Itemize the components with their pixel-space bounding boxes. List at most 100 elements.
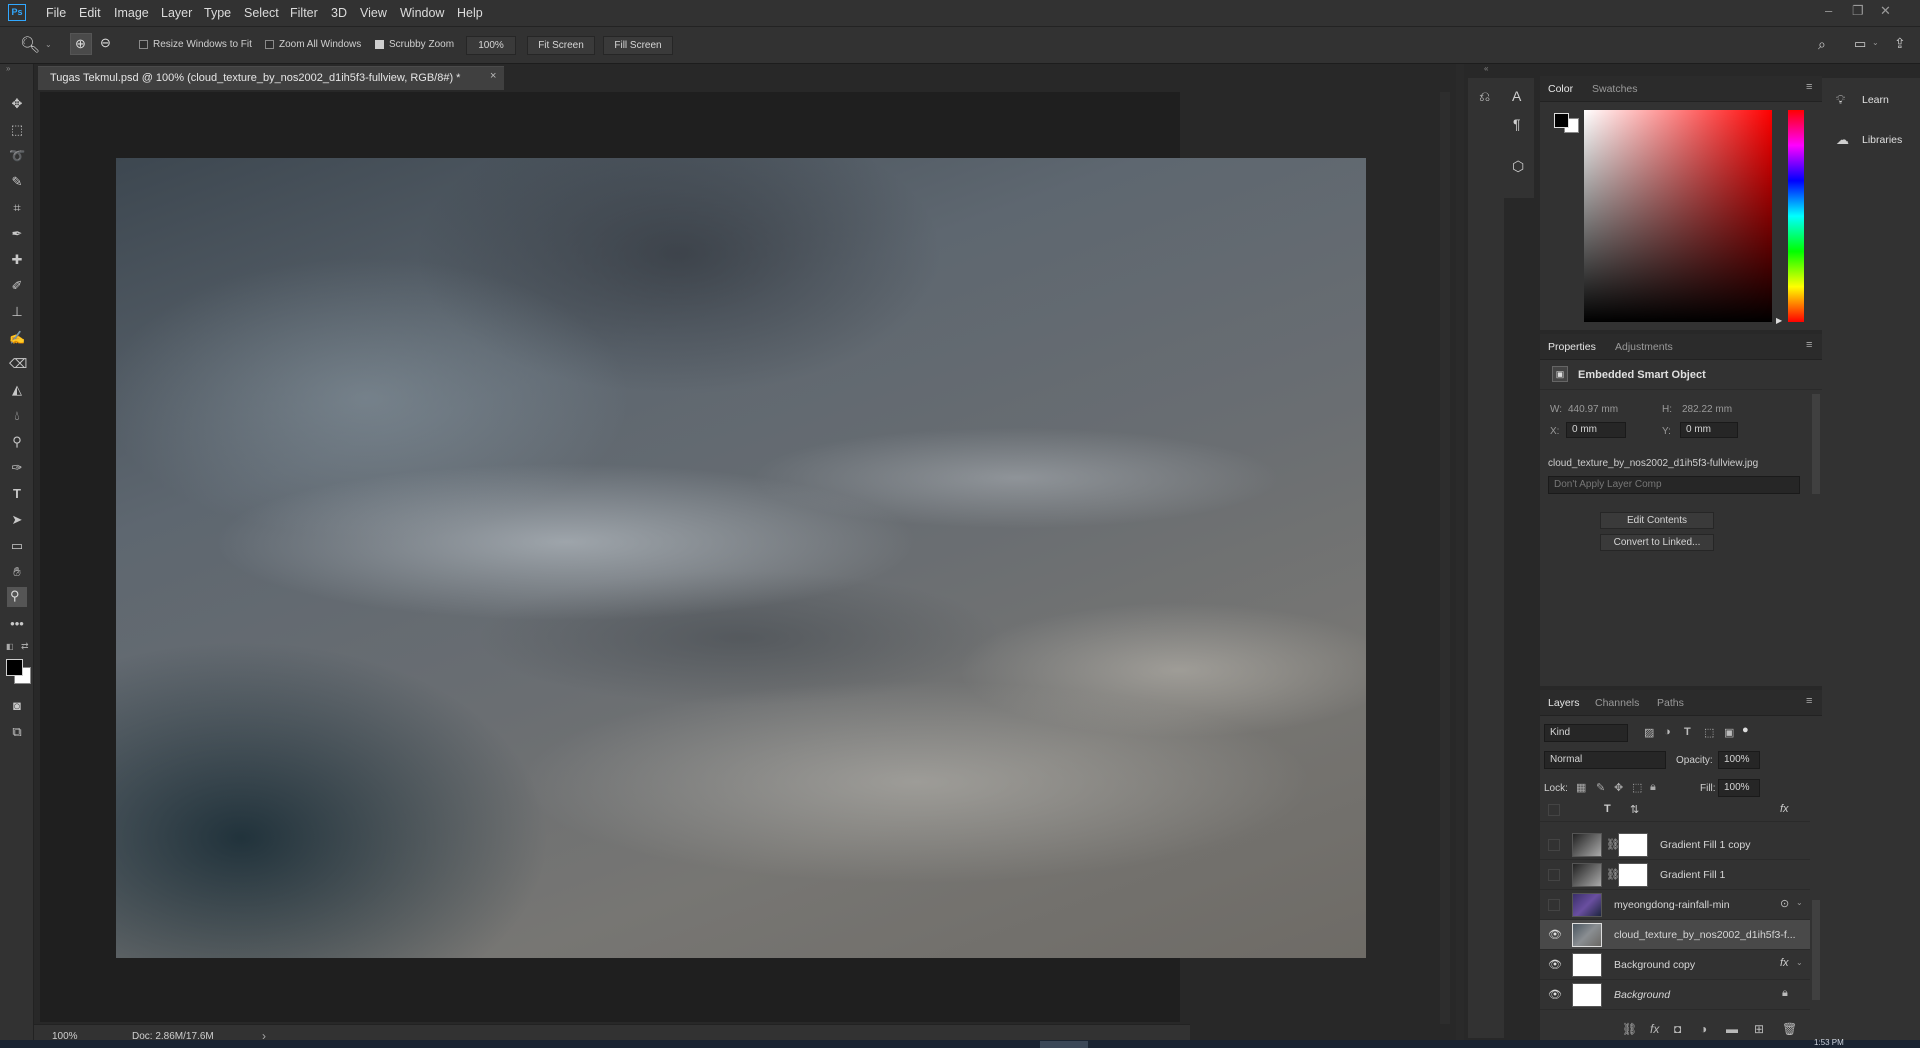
layer-row[interactable]: ⛓ Gradient Fill 1 copy: [1540, 830, 1810, 860]
marquee-tool-icon[interactable]: ⬚: [9, 122, 25, 138]
color-field[interactable]: [1584, 110, 1772, 322]
workspace-icon[interactable]: ▭: [1854, 36, 1866, 52]
tab-swatches[interactable]: Swatches: [1592, 83, 1638, 95]
lock-transparency-icon[interactable]: ▦: [1576, 781, 1586, 794]
filter-kind-select[interactable]: Kind: [1544, 724, 1628, 742]
filter-toggle-icon[interactable]: ●: [1742, 724, 1749, 736]
foreground-color-swatch[interactable]: [6, 659, 23, 676]
visibility-toggle[interactable]: [1548, 869, 1560, 881]
layer-comp-select[interactable]: Don't Apply Layer Comp: [1548, 476, 1800, 494]
paint-bucket-tool-icon[interactable]: ◭: [9, 382, 25, 398]
zoom-value-field[interactable]: 100%: [466, 36, 516, 55]
close-tab-icon[interactable]: ×: [490, 70, 496, 82]
more-tools-icon[interactable]: •••: [9, 616, 25, 632]
visibility-toggle[interactable]: [1548, 804, 1560, 816]
chevron-down-icon[interactable]: ⌄: [1872, 38, 1879, 47]
lock-position-icon[interactable]: ✥: [1614, 781, 1623, 794]
visibility-toggle[interactable]: [1548, 839, 1560, 851]
adjustment-layer-icon[interactable]: ◑: [1700, 1022, 1707, 1036]
pen-tool-icon[interactable]: ✑: [9, 460, 25, 476]
menu-image[interactable]: Image: [114, 6, 149, 20]
layer-row[interactable]: 👁︎ Background copy fx ⌄: [1540, 950, 1810, 980]
layer-row-selected[interactable]: 👁︎ cloud_texture_by_nos2002_d1ih5f3-f...: [1540, 920, 1810, 950]
taskbar-active-app[interactable]: [1040, 1041, 1088, 1048]
document-tab[interactable]: Tugas Tekmul.psd @ 100% (cloud_texture_b…: [38, 66, 504, 90]
new-layer-icon[interactable]: ⊞: [1754, 1022, 1764, 1036]
libraries-button[interactable]: Libraries: [1862, 134, 1902, 146]
fx-icon[interactable]: fx: [1780, 957, 1789, 969]
collapse-panels-icon[interactable]: «: [1484, 64, 1488, 73]
x-position-field[interactable]: 0 mm: [1566, 422, 1626, 438]
character-panel-icon[interactable]: A: [1512, 88, 1521, 104]
document-canvas-image[interactable]: [116, 158, 1366, 958]
panel-menu-icon[interactable]: ≡: [1806, 81, 1812, 93]
brush-tool-icon[interactable]: ✐: [9, 278, 25, 294]
layer-style-icon[interactable]: fx: [1650, 1022, 1659, 1036]
fill-screen-button[interactable]: Fill Screen: [603, 36, 673, 55]
fill-field[interactable]: 100%: [1718, 779, 1760, 797]
new-group-icon[interactable]: ▬: [1726, 1022, 1738, 1036]
blur-tool-icon[interactable]: 💧︎: [9, 408, 25, 424]
chevron-down-icon[interactable]: ⌄: [1796, 898, 1803, 907]
panel-menu-icon[interactable]: ≡: [1806, 339, 1812, 351]
resize-windows-checkbox[interactable]: [139, 40, 148, 49]
quick-mask-icon[interactable]: ◙: [9, 698, 25, 714]
layer-row[interactable]: myeongdong-rainfall-min ⊙ ⌄: [1540, 890, 1810, 920]
text-layer-row[interactable]: T ⇅ fx: [1540, 800, 1810, 822]
quick-selection-tool-icon[interactable]: ✎: [9, 174, 25, 190]
clone-stamp-tool-icon[interactable]: ⊥: [9, 304, 25, 320]
add-mask-icon[interactable]: ◘: [1674, 1022, 1681, 1036]
chevron-down-icon[interactable]: ⌄: [1796, 958, 1803, 967]
tab-adjustments[interactable]: Adjustments: [1615, 341, 1673, 353]
layer-row[interactable]: 👁︎ Background 🔒︎: [1540, 980, 1810, 1010]
hue-slider-handle-icon[interactable]: ▶: [1776, 316, 1782, 325]
fx-icon[interactable]: fx: [1780, 803, 1789, 815]
filter-smart-object-icon[interactable]: ▣: [1724, 726, 1734, 739]
screen-mode-icon[interactable]: ⧉: [9, 724, 25, 740]
convert-to-linked-button[interactable]: Convert to Linked...: [1600, 534, 1714, 551]
hand-tool-icon[interactable]: ✋︎: [9, 564, 25, 580]
rectangle-tool-icon[interactable]: ▭: [9, 538, 25, 554]
eye-icon[interactable]: 👁︎: [1548, 988, 1562, 1001]
menu-filter[interactable]: Filter: [290, 6, 318, 20]
vertical-scrollbar[interactable]: [1440, 92, 1450, 1024]
minimize-icon[interactable]: –: [1825, 3, 1832, 18]
share-icon[interactable]: ⇪: [1894, 35, 1906, 52]
menu-window[interactable]: Window: [400, 6, 444, 20]
tab-layers[interactable]: Layers: [1548, 697, 1580, 709]
edit-contents-button[interactable]: Edit Contents: [1600, 512, 1714, 529]
history-panel-icon[interactable]: ⎌: [1479, 88, 1490, 105]
close-icon[interactable]: ✕: [1880, 3, 1891, 19]
paragraph-panel-icon[interactable]: ¶: [1513, 116, 1521, 132]
delete-layer-icon[interactable]: 🗑︎: [1782, 1022, 1797, 1036]
zoom-tool-button[interactable]: ⚲: [7, 587, 27, 607]
tab-channels[interactable]: Channels: [1595, 697, 1639, 709]
eyedropper-tool-icon[interactable]: ✒: [9, 226, 25, 242]
history-brush-tool-icon[interactable]: ✍: [9, 330, 25, 346]
opacity-field[interactable]: 100%: [1718, 751, 1760, 769]
move-tool-icon[interactable]: ✥: [9, 96, 25, 112]
menu-help[interactable]: Help: [457, 6, 483, 20]
filter-pixel-icon[interactable]: ▨: [1644, 726, 1654, 739]
zoom-out-button[interactable]: ⊖: [96, 33, 118, 55]
lasso-tool-icon[interactable]: ➰: [9, 148, 25, 164]
default-colors-icon[interactable]: ◧: [6, 642, 14, 651]
scrubby-zoom-checkbox[interactable]: [375, 40, 384, 49]
smart-filter-icon[interactable]: ⊙: [1780, 897, 1789, 910]
dodge-tool-icon[interactable]: ⚲: [9, 434, 25, 450]
filter-adjustment-icon[interactable]: ◑: [1664, 726, 1671, 738]
layer-row[interactable]: ⛓ Gradient Fill 1: [1540, 860, 1810, 890]
mask-thumbnail[interactable]: [1618, 863, 1648, 887]
3d-panel-icon[interactable]: ⬡: [1512, 158, 1524, 175]
swap-colors-icon[interactable]: ⇄: [21, 641, 29, 652]
chevron-down-icon[interactable]: ⌄: [45, 40, 52, 49]
learn-button[interactable]: Learn: [1862, 94, 1889, 106]
fit-screen-button[interactable]: Fit Screen: [527, 36, 595, 55]
hue-slider[interactable]: [1788, 110, 1804, 322]
menu-3d[interactable]: 3D: [331, 6, 347, 20]
lock-image-icon[interactable]: ✎: [1596, 781, 1605, 794]
zoom-in-button[interactable]: ⊕: [70, 33, 92, 55]
menu-type[interactable]: Type: [204, 6, 231, 20]
lock-artboard-icon[interactable]: ⬚: [1632, 781, 1642, 794]
type-tool-icon[interactable]: T: [9, 486, 25, 502]
